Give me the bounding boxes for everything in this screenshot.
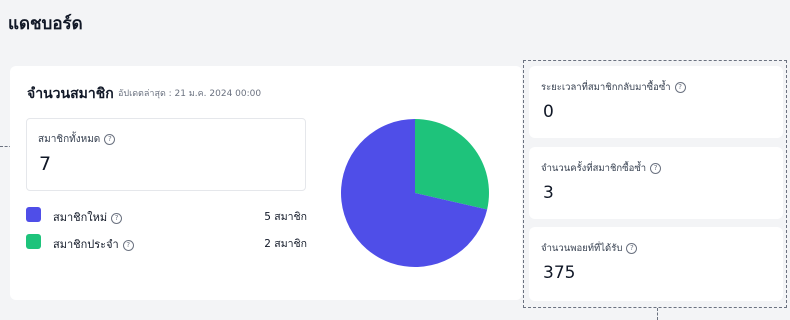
legend-label-regular: สมาชิกประจำ bbox=[53, 238, 119, 251]
legend-count-regular: 2 สมาชิก bbox=[264, 238, 307, 250]
legend-label-row: สมาชิกใหม่? bbox=[53, 208, 123, 226]
help-icon[interactable]: ? bbox=[626, 243, 638, 254]
help-icon[interactable]: ? bbox=[104, 133, 116, 145]
total-members-label: สมาชิกทั้งหมด bbox=[38, 134, 101, 145]
members-card: จำนวนสมาชิก อัปเดตล่าสุด : 21 ม.ค. 2024 … bbox=[10, 66, 522, 300]
legend-item-regular-members: สมาชิกประจำ? 2 สมาชิก bbox=[26, 233, 307, 251]
members-card-title: จำนวนสมาชิก bbox=[27, 86, 114, 102]
stat-value-repurchase-count: 3 bbox=[543, 183, 554, 203]
stat-value-points-received: 375 bbox=[543, 263, 576, 283]
legend-label-row: สมาชิกประจำ? bbox=[53, 235, 134, 253]
total-members-box: สมาชิกทั้งหมด? 7 bbox=[26, 118, 306, 191]
total-members-value: 7 bbox=[39, 153, 52, 175]
stat-label-row: จำนวนครั้งที่สมาชิกซื้อซ้ำ? bbox=[541, 161, 662, 176]
stat-label-repurchase-count: จำนวนครั้งที่สมาชิกซื้อซ้ำ bbox=[541, 163, 647, 174]
stat-card-repurchase-period: ระยะเวลาที่สมาชิกกลับมาซื้อซ้ำ? 0 bbox=[529, 66, 783, 138]
stat-label-repurchase-period: ระยะเวลาที่สมาชิกกลับมาซื้อซ้ำ bbox=[541, 82, 671, 93]
help-icon[interactable]: ? bbox=[122, 239, 134, 251]
help-icon[interactable]: ? bbox=[674, 82, 686, 93]
members-pie-chart bbox=[341, 119, 489, 267]
stat-value-repurchase-period: 0 bbox=[543, 102, 554, 122]
stat-card-repurchase-count: จำนวนครั้งที่สมาชิกซื้อซ้ำ? 3 bbox=[529, 147, 783, 219]
legend-item-new-members: สมาชิกใหม่? 5 สมาชิก bbox=[26, 206, 307, 224]
guide-line-bottom bbox=[657, 308, 658, 320]
stat-label-row: ระยะเวลาที่สมาชิกกลับมาซื้อซ้ำ? bbox=[541, 80, 686, 95]
stat-label-row: จำนวนพอยท์ที่ได้รับ? bbox=[541, 241, 638, 256]
help-icon[interactable]: ? bbox=[650, 163, 662, 174]
legend-label-new: สมาชิกใหม่ bbox=[53, 211, 108, 224]
legend-swatch-regular bbox=[26, 234, 41, 249]
last-updated-text: อัปเดตล่าสุด : 21 ม.ค. 2024 00:00 bbox=[118, 89, 262, 99]
page-title: แดชบอร์ด bbox=[8, 14, 83, 34]
legend-count-new: 5 สมาชิก bbox=[264, 211, 307, 223]
stat-card-points-received: จำนวนพอยท์ที่ได้รับ? 375 bbox=[529, 227, 783, 301]
help-icon[interactable]: ? bbox=[111, 212, 123, 224]
stat-label-points-received: จำนวนพอยท์ที่ได้รับ bbox=[541, 243, 623, 254]
legend-swatch-new bbox=[26, 207, 41, 222]
total-members-label-row: สมาชิกทั้งหมด? bbox=[38, 132, 116, 147]
